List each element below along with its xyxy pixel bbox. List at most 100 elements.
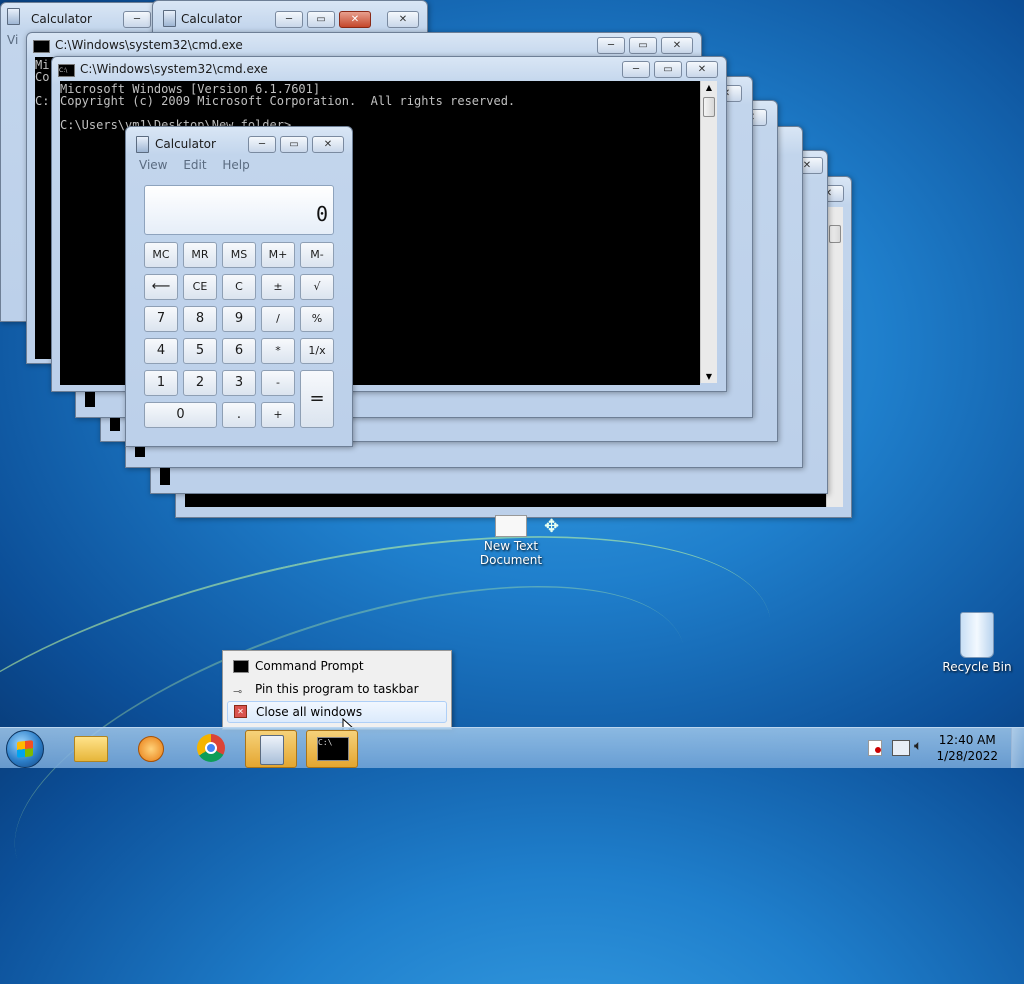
title-bar[interactable]: Calculator ─: [1, 3, 161, 29]
console-scrollbar[interactable]: ▲ ▼: [700, 81, 717, 383]
taskbar-calculator[interactable]: [245, 730, 297, 768]
key-7[interactable]: 7: [144, 306, 178, 332]
desktop-icon-recycle-bin[interactable]: Recycle Bin: [940, 612, 1014, 674]
volume-icon[interactable]: 🔈︎: [914, 738, 922, 754]
action-center-icon[interactable]: [868, 740, 882, 756]
menu-item-close-all-windows[interactable]: ✕ Close all windows: [227, 701, 447, 723]
key-plus-minus[interactable]: ±: [261, 274, 295, 300]
clock[interactable]: 12:40 AM 1/28/2022: [936, 732, 998, 764]
close-button[interactable]: ✕: [661, 37, 693, 54]
close-button[interactable]: ✕: [686, 61, 718, 78]
key-sqrt[interactable]: √: [300, 274, 334, 300]
key-1[interactable]: 1: [144, 370, 178, 396]
calculator-icon: [7, 8, 20, 25]
move-cursor-icon: ✥: [544, 516, 560, 537]
jump-list-menu: Command Prompt ⊸ Pin this program to tas…: [222, 650, 452, 730]
key-9[interactable]: 9: [222, 306, 256, 332]
title-bar[interactable]: Calculator ─ ▭ ✕ ✕: [153, 1, 427, 28]
menu-item-pin-to-taskbar[interactable]: ⊸ Pin this program to taskbar: [227, 679, 447, 699]
maximize-button[interactable]: ▭: [629, 37, 657, 54]
key-multiply[interactable]: *: [261, 338, 295, 364]
key-0[interactable]: 0: [144, 402, 217, 428]
cmd-icon: C:\: [317, 737, 349, 761]
menu-fragment: Vi: [7, 33, 19, 47]
calculator-display: 0: [144, 185, 334, 235]
maximize-button[interactable]: ▭: [280, 136, 308, 153]
minimize-button[interactable]: ─: [622, 61, 650, 78]
key-mc[interactable]: MC: [144, 242, 178, 268]
key-backspace[interactable]: ⟵: [144, 274, 178, 300]
key-2[interactable]: 2: [183, 370, 217, 396]
display-value: 0: [315, 202, 328, 226]
cmd-icon: [233, 660, 249, 673]
taskbar-chrome[interactable]: [188, 730, 238, 766]
menu-bar: View Edit Help: [139, 158, 262, 172]
key-ms[interactable]: MS: [222, 242, 256, 268]
show-desktop-button[interactable]: [1011, 728, 1024, 768]
clock-date: 1/28/2022: [936, 749, 998, 763]
key-4[interactable]: 4: [144, 338, 178, 364]
key-reciprocal[interactable]: 1/x: [300, 338, 334, 364]
title-bar[interactable]: Calculator ─ ▭ ✕: [126, 127, 352, 153]
key-5[interactable]: 5: [183, 338, 217, 364]
scroll-thumb[interactable]: [703, 97, 715, 117]
calculator-icon: [260, 735, 284, 765]
key-percent[interactable]: %: [300, 306, 334, 332]
maximize-button[interactable]: ▭: [307, 11, 335, 28]
menu-view[interactable]: View: [139, 158, 167, 172]
key-decimal[interactable]: .: [222, 402, 256, 428]
key-m-minus[interactable]: M-: [300, 242, 334, 268]
minimize-button[interactable]: ─: [248, 136, 276, 153]
key-8[interactable]: 8: [183, 306, 217, 332]
calculator-icon: [163, 10, 176, 27]
close-button[interactable]: ✕: [339, 11, 371, 28]
cmd-icon: [33, 40, 50, 53]
menu-item-command-prompt[interactable]: Command Prompt: [227, 656, 447, 676]
icon-label: New Text Document: [479, 539, 543, 567]
taskbar-media-player[interactable]: [126, 730, 176, 766]
scroll-down-arrow[interactable]: ▼: [701, 372, 717, 381]
key-6[interactable]: 6: [222, 338, 256, 364]
taskbar-command-prompt[interactable]: C:\: [306, 730, 358, 768]
recycle-bin-icon: [960, 612, 994, 658]
menu-help[interactable]: Help: [222, 158, 249, 172]
window-title: C:\Windows\system32\cmd.exe: [80, 62, 268, 76]
key-c[interactable]: C: [222, 274, 256, 300]
folder-icon: [74, 736, 108, 762]
key-mr[interactable]: MR: [183, 242, 217, 268]
key-m-plus[interactable]: M+: [261, 242, 295, 268]
desktop-icon-new-text-document[interactable]: New Text Document: [476, 515, 546, 567]
key-subtract[interactable]: -: [261, 370, 295, 396]
title-bar[interactable]: C:\ C:\Windows\system32\cmd.exe ─ ▭ ✕: [52, 57, 726, 83]
minimize-button[interactable]: ─: [597, 37, 625, 54]
menu-item-label: Pin this program to taskbar: [255, 682, 419, 696]
close-button[interactable]: ✕: [387, 11, 419, 28]
windows-logo-icon: [17, 740, 33, 758]
key-equals[interactable]: =: [300, 370, 334, 428]
network-icon[interactable]: [892, 740, 910, 756]
key-add[interactable]: +: [261, 402, 295, 428]
minimize-button[interactable]: ─: [123, 11, 151, 28]
key-ce[interactable]: CE: [183, 274, 217, 300]
close-button[interactable]: ✕: [312, 136, 344, 153]
calculator-icon: [136, 136, 149, 153]
clock-time: 12:40 AM: [938, 733, 996, 747]
key-divide[interactable]: /: [261, 306, 295, 332]
minimize-button[interactable]: ─: [275, 11, 303, 28]
taskbar: C:\ 🔈︎ 12:40 AM 1/28/2022: [0, 727, 1024, 768]
menu-edit[interactable]: Edit: [183, 158, 206, 172]
menu-item-label: Close all windows: [256, 705, 363, 719]
window-title: Calculator: [181, 12, 242, 26]
scroll-thumb[interactable]: [829, 225, 841, 243]
start-button[interactable]: [6, 730, 44, 768]
close-window-icon: ✕: [234, 705, 247, 718]
scroll-up-arrow[interactable]: ▲: [701, 83, 717, 92]
scrollbar[interactable]: [826, 207, 843, 507]
media-player-icon: [138, 736, 164, 762]
calculator-window[interactable]: Calculator ─ ▭ ✕ View Edit Help 0 MC MR …: [125, 126, 353, 447]
taskbar-explorer[interactable]: [66, 730, 116, 766]
chrome-icon: [197, 734, 225, 762]
key-3[interactable]: 3: [222, 370, 256, 396]
maximize-button[interactable]: ▭: [654, 61, 682, 78]
icon-label: Recycle Bin: [942, 660, 1012, 674]
